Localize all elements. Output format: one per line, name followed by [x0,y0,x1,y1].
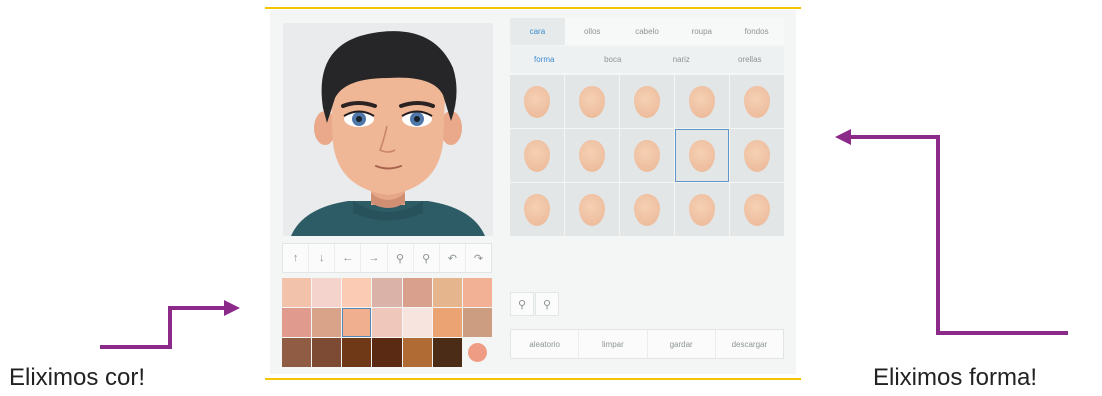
annotation-arrows [100,129,1068,349]
caption-left: Eliximos cor! [9,364,146,391]
right-arrow [850,135,1068,335]
caption-right: Eliximos forma! [873,364,1038,391]
left-arrow-head [224,300,240,316]
left-arrow [100,306,225,349]
right-arrow-head [835,129,851,145]
